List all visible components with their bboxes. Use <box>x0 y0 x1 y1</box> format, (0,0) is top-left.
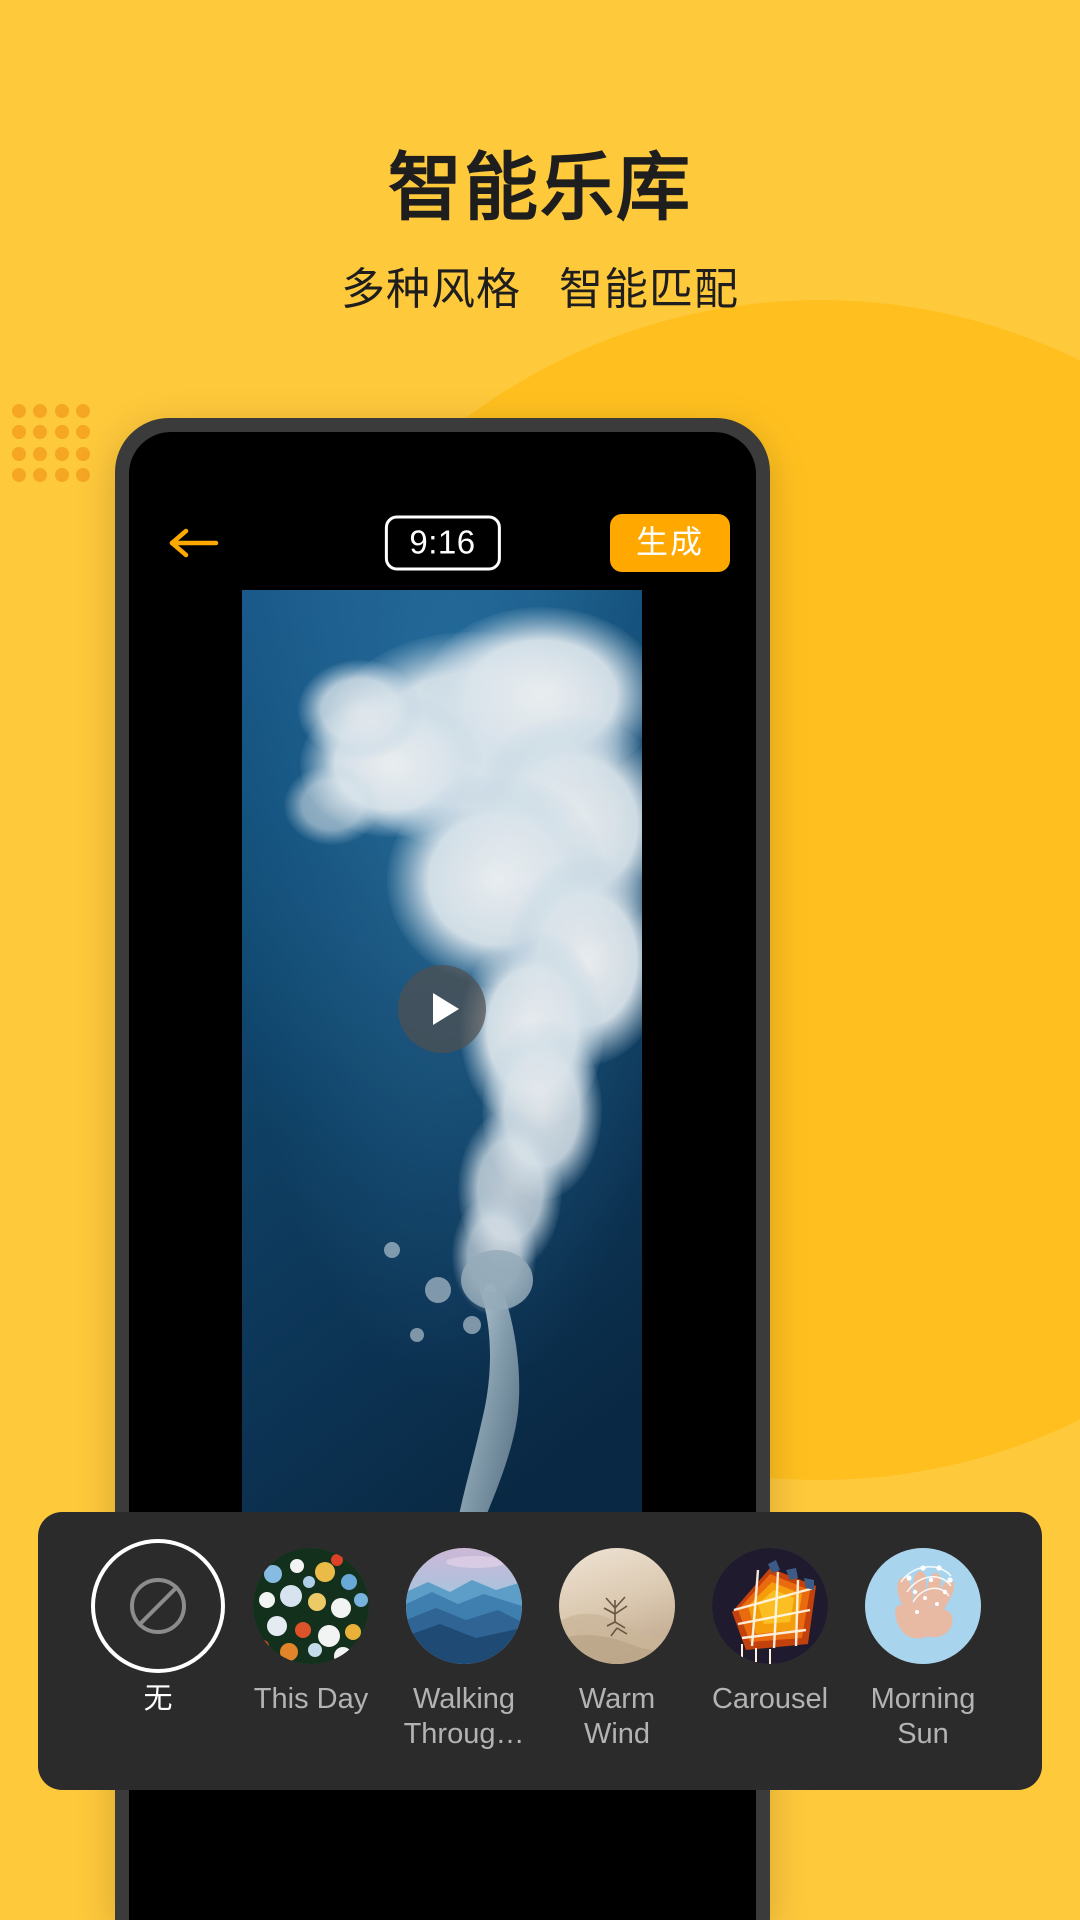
music-style-label: This Day <box>253 1683 369 1715</box>
page-subtitle: 多种风格 智能匹配 <box>0 253 1080 317</box>
music-style-item[interactable]: Morning Sun <box>863 1548 983 1753</box>
aspect-ratio-badge[interactable]: 9:16 <box>384 515 501 571</box>
music-style-thumbnail <box>406 1548 522 1664</box>
music-style-item[interactable]: 无 <box>91 1539 225 1717</box>
blue-mountains-thumb <box>406 1548 522 1664</box>
hands-light-thumb <box>865 1548 981 1664</box>
play-button[interactable] <box>398 965 486 1053</box>
music-style-thumbnail <box>253 1548 369 1664</box>
music-style-item[interactable]: This Day <box>251 1548 371 1717</box>
music-style-item[interactable]: Warm Wind <box>557 1548 677 1753</box>
play-icon <box>432 993 459 1025</box>
music-style-label: Walking Throug… <box>403 1683 525 1751</box>
sand-dune-thumb <box>559 1548 675 1664</box>
dot-grid-decoration <box>8 400 94 486</box>
subtitle-part-left: 多种风格 <box>341 265 521 314</box>
music-style-label: Warm Wind <box>578 1683 656 1751</box>
music-style-picker: 无 This Day Walking Throug… Warm Wind Car… <box>38 1512 1042 1790</box>
video-preview[interactable] <box>242 590 642 1620</box>
music-style-thumbnail <box>865 1548 981 1664</box>
promo-screen: 智能乐库 多种风格 智能匹配 9:16 生成 无 This Day Walkin… <box>0 0 1080 1920</box>
music-style-label: Morning Sun <box>870 1683 976 1751</box>
music-style-thumbnail <box>559 1548 675 1664</box>
music-style-label: 无 <box>143 1683 173 1715</box>
bokeh-lights-thumb <box>253 1548 369 1664</box>
music-style-item[interactable]: Walking Throug… <box>404 1548 524 1753</box>
subtitle-part-right: 智能匹配 <box>559 265 739 314</box>
back-button[interactable] <box>159 510 229 576</box>
carousel-thumb <box>712 1548 828 1664</box>
music-style-thumbnail <box>712 1548 828 1664</box>
app-toolbar: 9:16 生成 <box>129 510 756 576</box>
music-style-item[interactable]: Carousel <box>710 1548 830 1717</box>
page-title: 智能乐库 <box>388 146 692 229</box>
music-style-thumbnail <box>91 1539 225 1673</box>
arrow-left-icon <box>169 528 219 558</box>
music-style-label: Carousel <box>711 1683 829 1715</box>
generate-button[interactable]: 生成 <box>609 514 730 572</box>
video-thumbnail <box>242 590 642 1620</box>
